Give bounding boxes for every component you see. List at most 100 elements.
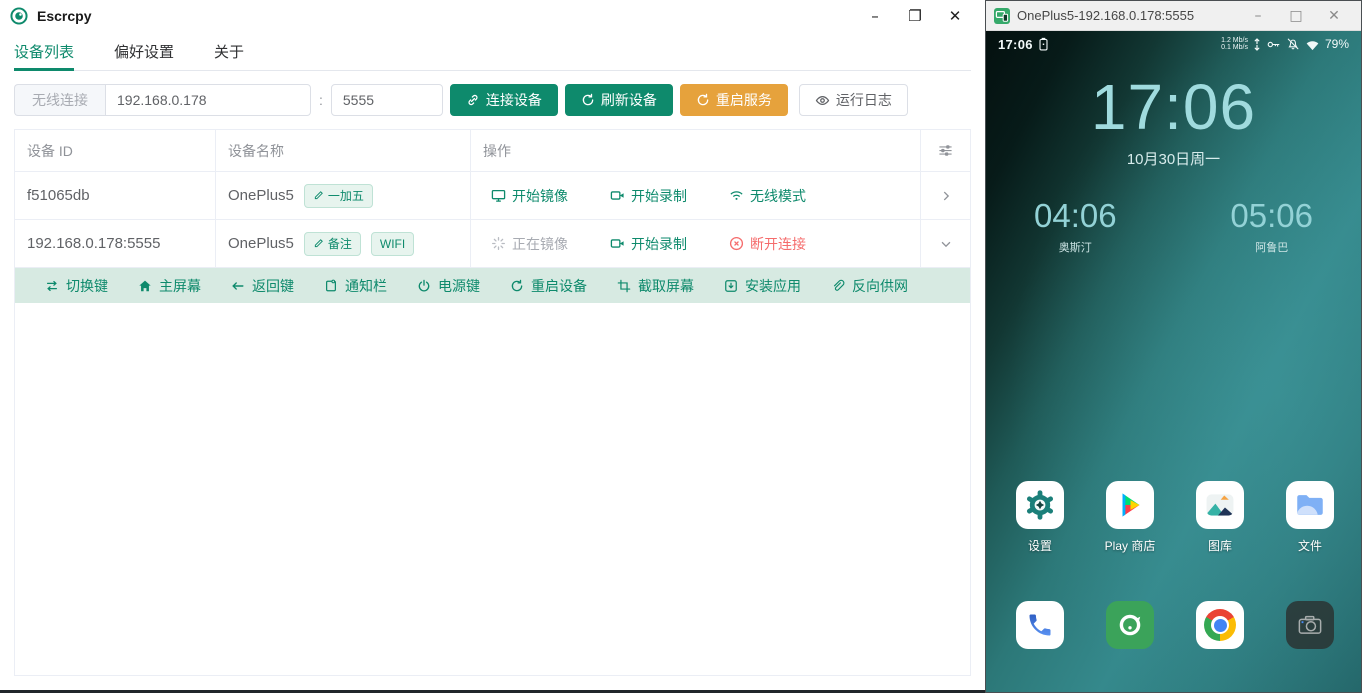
traffic-arrows-icon	[1253, 38, 1261, 51]
app-label: 图库	[1208, 537, 1232, 554]
table-row: f51065db OnePlus5 一加五	[15, 172, 970, 220]
port-input[interactable]	[331, 84, 443, 116]
maximize-button[interactable]: ❐	[895, 1, 935, 31]
app-play-store[interactable]: Play 商店	[1085, 481, 1175, 554]
escrcpy-logo-icon	[10, 7, 28, 25]
reboot-device-button[interactable]: 重启设备	[510, 276, 587, 296]
app-label: 文件	[1298, 537, 1322, 554]
phone-handset-icon	[1026, 611, 1054, 639]
settings-gear-icon	[1022, 487, 1058, 523]
app-files[interactable]: 文件	[1265, 481, 1355, 554]
video-camera-icon	[610, 236, 625, 251]
statusbar-time: 17:06	[998, 37, 1033, 52]
tab-preferences[interactable]: 偏好设置	[114, 32, 174, 70]
start-mirror-link[interactable]: 开始镜像	[491, 186, 568, 206]
device-name-cell: OnePlus5 一加五	[216, 172, 471, 220]
community-ring-icon	[1115, 610, 1145, 640]
disconnect-link[interactable]: 断开连接	[729, 234, 806, 254]
restart-icon	[696, 93, 710, 107]
notification-panel-icon	[324, 279, 338, 293]
table-body: f51065db OnePlus5 一加五	[15, 172, 970, 268]
device-id: 192.168.0.178:5555	[15, 220, 216, 268]
operations-cell: 开始镜像 开始录制	[471, 172, 921, 220]
circle-x-icon	[729, 236, 744, 251]
edit-icon	[313, 190, 324, 201]
tab-bar: 设备列表 偏好设置 关于	[14, 32, 971, 71]
table-empty-area	[15, 303, 970, 675]
device-name: OnePlus5	[228, 187, 294, 204]
device-table: 设备 ID 设备名称 操作 f51065db OnePlus	[14, 129, 971, 676]
scrcpy-mirror-window: OnePlus5-192.168.0.178:5555 – □ ✕ 17:06 …	[985, 0, 1362, 693]
minimize-button[interactable]: –	[855, 1, 895, 31]
reverse-tether-button[interactable]: 反向供网	[831, 276, 908, 296]
screenshot-button[interactable]: 截取屏幕	[617, 276, 694, 296]
mirror-titlebar: OnePlus5-192.168.0.178:5555 – □ ✕	[986, 1, 1361, 31]
connection-bar: 无线连接 : 连接设备 刷新设备	[0, 71, 985, 116]
refresh-devices-button[interactable]: 刷新设备	[565, 84, 673, 116]
app-gallery[interactable]: 图库	[1175, 481, 1265, 554]
key-icon	[1266, 38, 1281, 51]
escrcpy-window: Escrcpy – ❐ ✕ 设备列表 偏好设置 关于 无线连接 : 连接设备	[0, 0, 985, 690]
app-chrome[interactable]	[1175, 601, 1265, 649]
column-settings-button[interactable]	[921, 130, 970, 172]
run-logs-button[interactable]: 运行日志	[799, 84, 908, 116]
app-label: Play 商店	[1105, 537, 1156, 554]
mirror-close-button[interactable]: ✕	[1315, 2, 1353, 30]
paperclip-icon	[831, 279, 845, 293]
restart-service-button[interactable]: 重启服务	[680, 84, 788, 116]
tab-about[interactable]: 关于	[214, 32, 244, 70]
world-clock: 04:06 奥斯汀	[1034, 199, 1117, 255]
video-camera-icon	[610, 188, 625, 203]
ip-address-input[interactable]	[105, 84, 311, 116]
battery-percent: 79%	[1325, 37, 1349, 51]
reboot-icon	[510, 279, 524, 293]
device-name: OnePlus5	[228, 235, 294, 252]
table-row: 192.168.0.178:5555 OnePlus5 备注 WIFI	[15, 220, 970, 268]
back-button[interactable]: 返回键	[231, 276, 294, 296]
device-remark-tag[interactable]: 一加五	[304, 184, 373, 208]
crop-icon	[617, 279, 631, 293]
expand-row-button[interactable]	[921, 172, 970, 220]
start-record-link[interactable]: 开始录制	[610, 186, 687, 206]
app-settings[interactable]: 设置	[995, 481, 1085, 554]
home-apps-row: 设置 Play 商店	[995, 481, 1355, 554]
close-button[interactable]: ✕	[935, 1, 975, 31]
mirror-window-title: OnePlus5-192.168.0.178:5555	[1017, 8, 1239, 23]
mirror-maximize-button[interactable]: □	[1277, 2, 1315, 30]
connect-device-button[interactable]: 连接设备	[450, 84, 558, 116]
camera-icon	[1295, 610, 1325, 640]
start-record-link[interactable]: 开始录制	[610, 234, 687, 254]
power-button[interactable]: 电源键	[417, 276, 480, 296]
phone-screen[interactable]: 17:06 1.2 Mb/s 0.1 Mb/s	[986, 31, 1361, 692]
table-header-row: 设备 ID 设备名称 操作	[15, 130, 970, 172]
home-icon	[138, 279, 152, 293]
app-camera[interactable]	[1265, 601, 1355, 649]
phone-statusbar: 17:06 1.2 Mb/s 0.1 Mb/s	[986, 31, 1361, 57]
device-name-cell: OnePlus5 备注 WIFI	[216, 220, 471, 268]
app-phone-dialer[interactable]	[995, 601, 1085, 649]
wireless-connect-label: 无线连接	[14, 84, 105, 116]
switch-key-button[interactable]: 切换键	[45, 276, 108, 296]
install-app-button[interactable]: 安装应用	[724, 276, 801, 296]
ip-port-separator: :	[319, 92, 323, 108]
gallery-icon	[1203, 488, 1237, 522]
device-id: f51065db	[15, 172, 216, 220]
eye-icon	[815, 93, 830, 108]
clock-widget: 17:06 10月30日周一	[986, 75, 1361, 169]
app-community[interactable]	[1085, 601, 1175, 649]
wireless-mode-link[interactable]: 无线模式	[729, 186, 806, 206]
chevron-down-icon	[939, 237, 953, 251]
collapse-row-button[interactable]	[921, 220, 970, 268]
bell-muted-icon	[1286, 37, 1300, 51]
device-remark-tag[interactable]: 备注	[304, 232, 361, 256]
clock-date: 10月30日周一	[986, 148, 1361, 169]
loading-spinner-icon	[491, 236, 506, 251]
app-label: 设置	[1028, 537, 1052, 554]
notification-button[interactable]: 通知栏	[324, 276, 387, 296]
refresh-icon	[581, 93, 595, 107]
edit-icon	[313, 238, 324, 249]
mirror-minimize-button[interactable]: –	[1239, 2, 1277, 30]
home-button[interactable]: 主屏幕	[138, 276, 201, 296]
tab-device-list[interactable]: 设备列表	[14, 32, 74, 70]
wifi-status-icon	[1305, 38, 1320, 51]
